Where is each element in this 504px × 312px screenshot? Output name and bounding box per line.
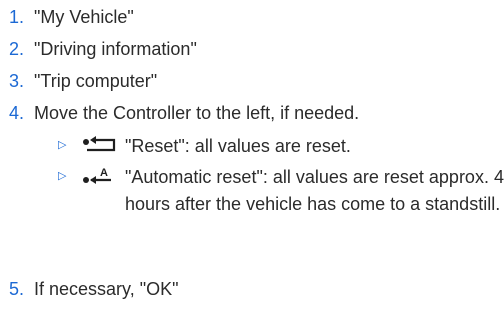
- icon-letter: A: [100, 167, 108, 179]
- step-text: "Driving information": [34, 39, 197, 59]
- sub-step-text: "Reset": all values are reset.: [125, 136, 351, 156]
- automatic-reset-icon: A: [83, 167, 111, 184]
- step-number: 1.: [8, 7, 24, 27]
- step-number: 5.: [8, 279, 24, 299]
- triangle-bullet-icon: ▷: [58, 170, 67, 182]
- step-text: If necessary, "OK": [34, 279, 179, 299]
- step-text: "Trip computer": [34, 71, 158, 91]
- step-number: 3.: [8, 71, 24, 91]
- sub-step-text: "Automatic reset": all values are reset …: [125, 167, 504, 214]
- step-number: 2.: [8, 39, 24, 59]
- triangle-bullet-icon: ▷: [58, 139, 67, 151]
- step-text: "My Vehicle": [34, 7, 134, 27]
- reset-arrow-icon: [83, 136, 116, 152]
- step-number: 4.: [8, 103, 24, 123]
- step-text: Move the Controller to the left, if need…: [34, 103, 360, 123]
